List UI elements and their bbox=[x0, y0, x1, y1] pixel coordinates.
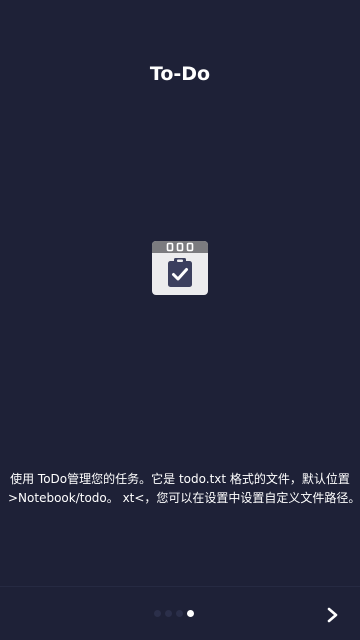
page-indicator bbox=[154, 609, 194, 617]
page-dot-2[interactable] bbox=[165, 609, 172, 617]
description-line-1: 使用 ToDo管理您的任务。它是 todo.txt 格式的文件，默认位置 bbox=[10, 472, 350, 486]
clipboard-check-icon bbox=[152, 240, 208, 296]
onboarding-description: 使用 ToDo管理您的任务。它是 todo.txt 格式的文件，默认位置 >No… bbox=[8, 470, 360, 508]
page-title: To-Do bbox=[149, 63, 211, 85]
next-button[interactable] bbox=[318, 600, 348, 630]
page-dot-3[interactable] bbox=[176, 609, 183, 617]
bottom-divider bbox=[0, 586, 360, 587]
page-dot-4-active[interactable] bbox=[187, 609, 194, 617]
page-dot-1[interactable] bbox=[154, 609, 161, 617]
chevron-right-icon bbox=[327, 607, 338, 623]
onboarding-screen: To-Do 使用 ToDo管理您的任务。它是 todo.txt 格式的文件，默认… bbox=[0, 0, 360, 640]
description-line-2: >Notebook/todo。 xt<，您可以在设置中设置自定义文件路径。 bbox=[8, 491, 360, 505]
